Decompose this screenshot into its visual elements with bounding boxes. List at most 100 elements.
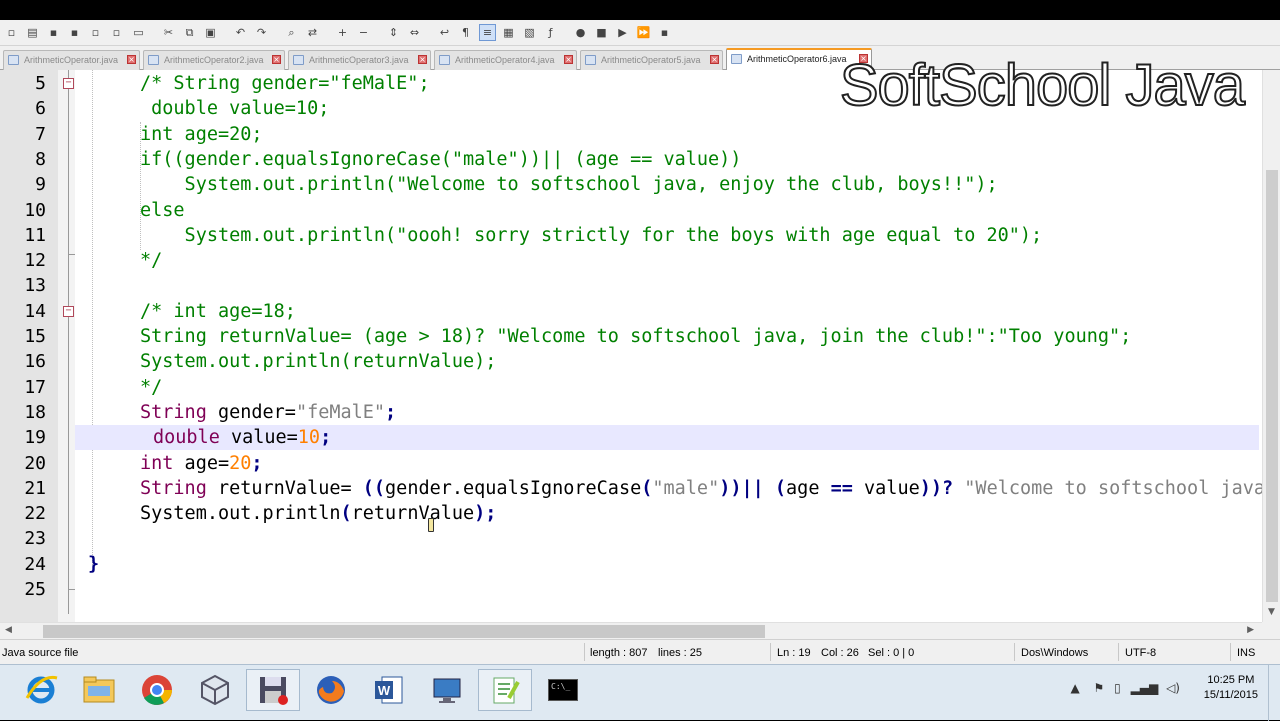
scroll-left-icon[interactable]: ◀ xyxy=(5,625,12,635)
scroll-right-icon[interactable]: ▶ xyxy=(1247,625,1254,635)
save-macro-icon[interactable]: ▪ xyxy=(656,24,673,41)
clock-time: 10:25 PM xyxy=(1207,674,1255,686)
status-bar: Java source file length : 807 lines : 25… xyxy=(0,639,1280,664)
device-icon[interactable]: ▯ xyxy=(1114,681,1121,695)
network-signal-icon[interactable]: ▂▄▆ xyxy=(1131,681,1159,695)
sync-vertical-icon[interactable]: ⇕ xyxy=(385,24,402,41)
find-icon[interactable]: ⌕ xyxy=(283,24,300,41)
remote-desktop-icon[interactable] xyxy=(420,669,474,711)
notepad-plus-plus-icon[interactable] xyxy=(478,669,532,711)
line-number: 18 xyxy=(24,401,46,423)
cmd-glyph: C:\_ xyxy=(548,679,578,701)
action-center-flag-icon[interactable]: ⚑ xyxy=(1094,681,1105,695)
file-icon xyxy=(731,54,742,64)
close-tab-icon[interactable]: × xyxy=(127,55,136,64)
close-file-icon[interactable]: ▫ xyxy=(87,24,104,41)
close-tab-icon[interactable]: × xyxy=(710,55,719,64)
code-editor[interactable]: − − 5 /* String gender="feMalE"; 6 doubl… xyxy=(0,70,1280,622)
code-line: 17 */ xyxy=(0,375,1260,400)
close-tab-icon[interactable]: × xyxy=(418,55,427,64)
line-number: 16 xyxy=(24,351,46,373)
mouse-cursor-icon xyxy=(428,518,434,532)
paste-icon[interactable]: ▣ xyxy=(202,24,219,41)
tab-label: ArithmeticOperator4.java xyxy=(455,55,555,65)
line-number: 24 xyxy=(24,553,46,575)
stop-macro-icon[interactable]: ■ xyxy=(593,24,610,41)
vertical-scrollbar[interactable]: ▼ xyxy=(1262,70,1280,622)
redo-icon[interactable]: ↷ xyxy=(253,24,270,41)
run-macro-multiple-icon[interactable]: ⏩ xyxy=(635,24,652,41)
horizontal-scroll-thumb[interactable] xyxy=(43,625,765,638)
file-explorer-icon[interactable] xyxy=(72,669,126,711)
save-disk-icon[interactable] xyxy=(246,669,300,711)
code-text: double value=10; xyxy=(140,98,330,120)
code-text: String returnValue= (age > 18)? "Welcome… xyxy=(140,326,1132,347)
save-icon[interactable]: ▪ xyxy=(45,24,62,41)
show-all-chars-icon[interactable]: ¶ xyxy=(457,24,474,41)
user-language-icon[interactable]: ▦ xyxy=(500,24,517,41)
indent-guide-icon[interactable]: ≡ xyxy=(479,24,496,41)
show-desktop-button[interactable] xyxy=(1268,665,1280,721)
zoom-in-icon[interactable]: + xyxy=(334,24,351,41)
code-line-current: 19 double value=10; xyxy=(0,425,1260,450)
open-file-icon[interactable]: ▤ xyxy=(24,24,41,41)
code-text: double value=10; xyxy=(153,427,332,449)
line-number: 12 xyxy=(24,250,46,272)
file-icon xyxy=(293,55,304,65)
function-list-icon[interactable]: ƒ xyxy=(542,24,559,41)
svg-text:W: W xyxy=(378,683,391,698)
tab-file-2[interactable]: ArithmeticOperator2.java × xyxy=(143,50,285,70)
status-separator xyxy=(770,643,771,661)
tab-label: ArithmeticOperator.java xyxy=(24,55,119,65)
doc-map-icon[interactable]: ▧ xyxy=(521,24,538,41)
scroll-down-icon[interactable]: ▼ xyxy=(1268,607,1275,617)
code-line: 25 xyxy=(0,577,1260,602)
play-macro-icon[interactable]: ▶ xyxy=(614,24,631,41)
horizontal-scrollbar[interactable]: ◀ ▶ xyxy=(0,622,1262,639)
watermark: SoftSchool Java xyxy=(839,52,1246,119)
code-line: 21 String returnValue= ((gender.equalsIg… xyxy=(0,476,1276,501)
zoom-out-icon[interactable]: − xyxy=(355,24,372,41)
line-number: 11 xyxy=(24,224,46,246)
tab-file-3[interactable]: ArithmeticOperator3.java × xyxy=(288,50,431,70)
volume-icon[interactable]: ◁) xyxy=(1166,681,1180,695)
copy-icon[interactable]: ⧉ xyxy=(181,24,198,41)
tab-file-1[interactable]: ArithmeticOperator.java × xyxy=(3,50,140,70)
save-all-icon[interactable]: ▪ xyxy=(66,24,83,41)
internet-explorer-icon[interactable] xyxy=(14,669,68,711)
code-text: */ xyxy=(140,376,163,398)
close-tab-icon[interactable]: × xyxy=(272,55,281,64)
line-number: 20 xyxy=(24,452,46,474)
replace-icon[interactable]: ⇄ xyxy=(304,24,321,41)
code-text: System.out.println("Welcome to softschoo… xyxy=(140,174,998,196)
cut-icon[interactable]: ✂ xyxy=(160,24,177,41)
code-line: 9 System.out.println("Welcome to softsch… xyxy=(0,172,1260,197)
record-macro-icon[interactable]: ● xyxy=(572,24,589,41)
undo-icon[interactable]: ↶ xyxy=(232,24,249,41)
virtualbox-icon[interactable] xyxy=(188,669,242,711)
chrome-icon[interactable] xyxy=(130,669,184,711)
close-all-icon[interactable]: ▫ xyxy=(108,24,125,41)
line-number: 7 xyxy=(35,123,46,145)
tab-file-5[interactable]: ArithmeticOperator5.java × xyxy=(580,50,723,70)
command-prompt-icon[interactable]: C:\_ xyxy=(536,669,590,711)
close-tab-icon[interactable]: × xyxy=(564,55,573,64)
code-line: 23 xyxy=(0,526,1260,551)
show-hidden-icons-icon[interactable]: ▲ xyxy=(1070,681,1079,695)
status-separator xyxy=(1118,643,1119,661)
line-number: 17 xyxy=(24,376,46,398)
word-icon[interactable]: W xyxy=(362,669,416,711)
tab-label: ArithmeticOperator5.java xyxy=(601,55,701,65)
sync-horizontal-icon[interactable]: ⇔ xyxy=(406,24,423,41)
new-file-icon[interactable]: ▫ xyxy=(3,24,20,41)
line-number: 8 xyxy=(35,148,46,170)
vertical-scroll-thumb[interactable] xyxy=(1266,170,1278,602)
clock[interactable]: 10:25 PM 15/11/2015 xyxy=(1204,673,1258,703)
status-lines: lines : 25 xyxy=(658,647,703,659)
firefox-icon[interactable] xyxy=(304,669,358,711)
line-number: 6 xyxy=(35,98,46,120)
status-sel: Sel : 0 | 0 xyxy=(868,647,915,659)
tab-file-4[interactable]: ArithmeticOperator4.java × xyxy=(434,50,577,70)
word-wrap-icon[interactable]: ↩ xyxy=(436,24,453,41)
print-icon[interactable]: ▭ xyxy=(130,24,147,41)
